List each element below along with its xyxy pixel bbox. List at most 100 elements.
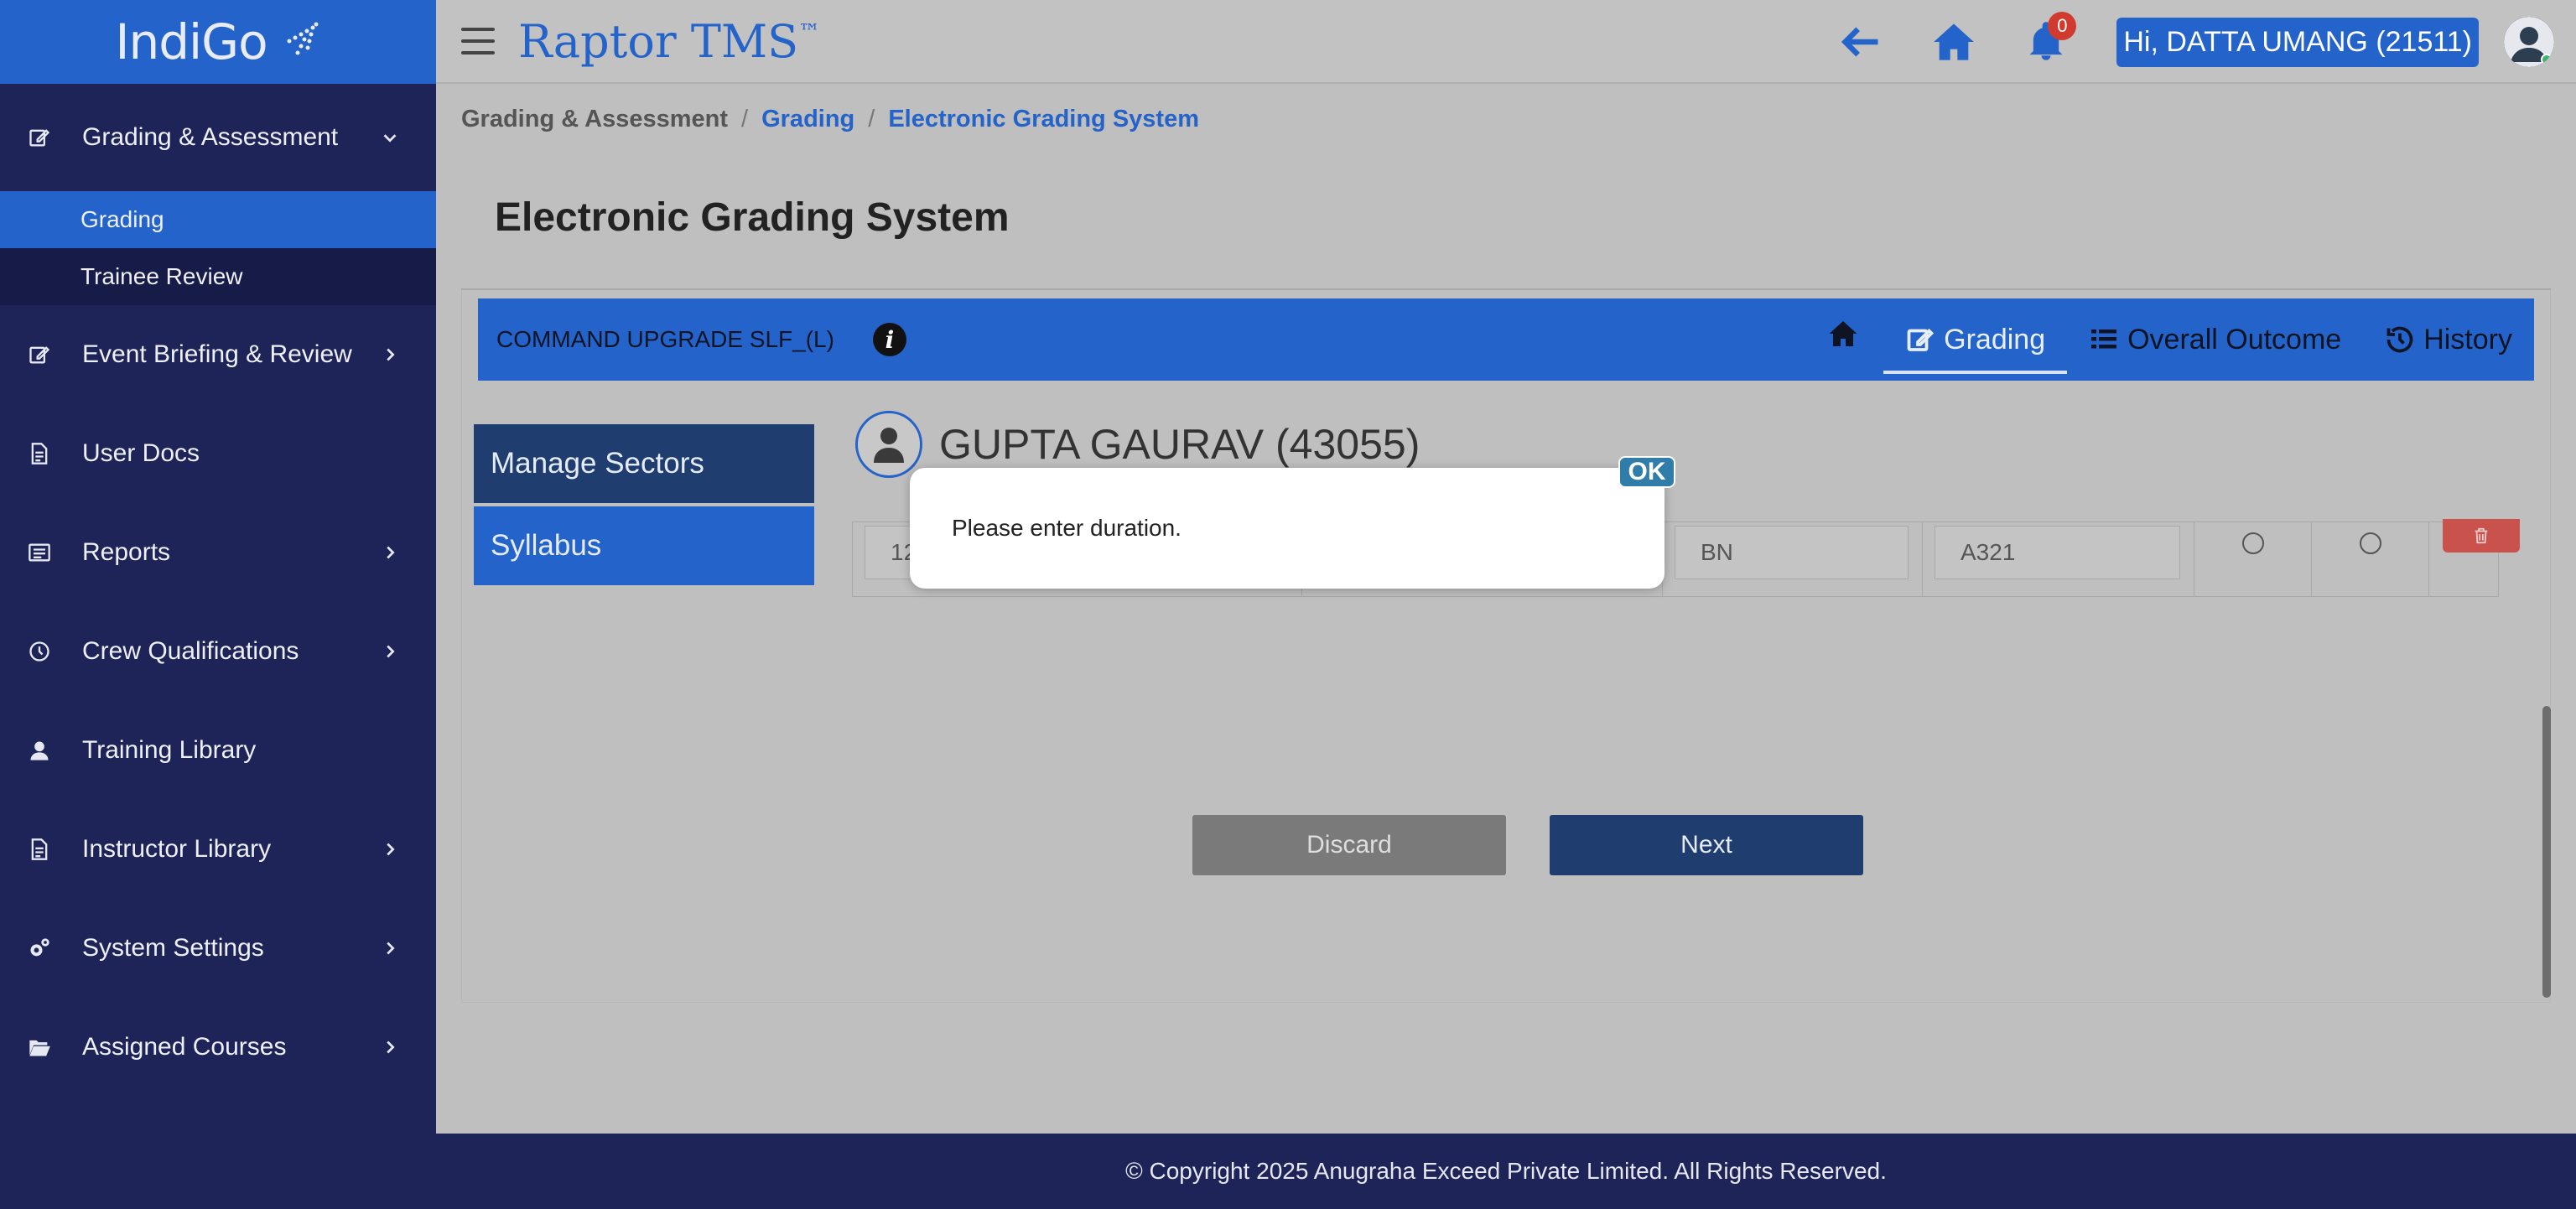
ok-button[interactable]: OK [1618, 456, 1675, 488]
sidebar-item-grading-assessment[interactable]: Grading & Assessment [0, 84, 436, 191]
tab-home[interactable] [1803, 298, 1883, 381]
sidebar-item-event-briefing[interactable]: Event Briefing & Review [0, 305, 436, 404]
sidebar-item-label: Training Library [82, 736, 257, 764]
sidebar-item-label: Event Briefing & Review [82, 340, 352, 368]
footer: © Copyright 2025 Anugraha Exceed Private… [436, 1134, 2576, 1209]
gears-icon [27, 936, 52, 961]
radio-cell [2312, 522, 2429, 596]
back-arrow-icon[interactable] [1840, 20, 1883, 64]
radio-button[interactable] [2359, 532, 2381, 554]
course-tabs: Grading Overall Outcome History [1803, 298, 2534, 381]
course-header-bar: COMMAND UPGRADE SLF_(L) i Grading Overal… [478, 298, 2534, 381]
sidebar-item-assigned-courses[interactable]: Assigned Courses [0, 998, 436, 1097]
folder-open-icon [27, 1035, 52, 1060]
trainee-avatar [855, 411, 922, 478]
sidebar-subitem-trainee-review[interactable]: Trainee Review [0, 248, 436, 305]
delete-cell [2429, 519, 2520, 596]
chevron-right-icon [387, 348, 395, 361]
tab-label: Grading [1944, 323, 2046, 355]
breadcrumb-root: Grading & Assessment [461, 106, 729, 132]
sidebar-item-training-library[interactable]: Training Library [0, 701, 436, 800]
sidebar-item-system-settings[interactable]: System Settings [0, 899, 436, 998]
sidebar: IndiGo Grading & Assessment Grading Trai… [0, 0, 436, 1209]
user-menu-button[interactable]: Hi, DATTA UMANG (21511) [2116, 17, 2479, 67]
tab-overall-outcome[interactable]: Overall Outcome [2067, 298, 2363, 381]
sidebar-item-label: System Settings [82, 934, 264, 962]
chevron-right-icon [387, 942, 395, 955]
notification-bell-icon[interactable]: 0 [2024, 12, 2077, 64]
edit-icon [27, 342, 52, 367]
copyright-text: © Copyright 2025 Anugraha Exceed Private… [1125, 1158, 1887, 1184]
edit-icon [1907, 328, 1935, 351]
radio-button[interactable] [2241, 532, 2264, 554]
document-icon [27, 441, 52, 466]
edit-icon [27, 125, 52, 150]
manage-sectors-button[interactable]: Manage Sectors [474, 424, 814, 503]
tab-label: History [2423, 323, 2512, 355]
document-icon [27, 837, 52, 862]
app-brand: Raptor TMS™ [518, 15, 820, 68]
indigo-logo: IndiGo [115, 13, 267, 70]
list-icon [2091, 329, 2117, 349]
trademark-mark: ™ [798, 19, 821, 45]
online-status-dot [2541, 54, 2553, 65]
alert-dialog: Please enter duration. [910, 468, 1665, 589]
breadcrumb: Grading & Assessment / Grading / Electro… [461, 106, 1199, 133]
tab-grading[interactable]: Grading [1883, 298, 2068, 381]
registration-cell: BN [1663, 522, 1923, 596]
topbar: Raptor TMS™ 0 Hi, DATTA UMANG (21511) [436, 0, 2576, 84]
sidebar-item-label: User Docs [82, 439, 200, 467]
next-button[interactable]: Next [1550, 815, 1863, 875]
user-icon [874, 428, 904, 463]
brand-name: Raptor TMS [518, 14, 799, 68]
clock-icon [27, 639, 52, 664]
home-icon[interactable] [1932, 20, 1976, 64]
registration-input[interactable]: BN [1675, 526, 1909, 579]
discard-button[interactable]: Discard [1192, 815, 1506, 875]
report-icon [27, 540, 52, 565]
aircraft-cell: A321 [1923, 522, 2194, 596]
chevron-down-icon [383, 134, 397, 143]
chevron-right-icon [387, 1040, 395, 1054]
breadcrumb-separator: / [741, 106, 749, 132]
delete-row-button[interactable] [2443, 519, 2520, 553]
sidebar-item-label: Instructor Library [82, 835, 272, 863]
breadcrumb-current[interactable]: Electronic Grading System [888, 106, 1199, 133]
sidebar-item-reports[interactable]: Reports [0, 503, 436, 602]
sidebar-item-crew-qualifications[interactable]: Crew Qualifications [0, 602, 436, 701]
plane-dots-icon [287, 22, 319, 55]
breadcrumb-grading-link[interactable]: Grading [761, 106, 854, 133]
sidebar-item-label: Assigned Courses [82, 1033, 287, 1061]
sidebar-item-user-docs[interactable]: User Docs [0, 404, 436, 503]
breadcrumb-separator: / [868, 106, 875, 132]
trash-icon [2475, 527, 2488, 544]
course-name: COMMAND UPGRADE SLF_(L) [496, 326, 834, 352]
notification-count-badge: 0 [2048, 12, 2077, 40]
tab-label: Overall Outcome [2127, 323, 2342, 355]
main-content: Grading & Assessment / Grading / Electro… [436, 86, 2576, 1134]
sidebar-submenu: Grading Trainee Review [0, 191, 436, 305]
chevron-right-icon [387, 546, 395, 559]
alert-message: Please enter duration. [952, 515, 1182, 541]
chevron-right-icon [387, 645, 395, 658]
syllabus-button[interactable]: Syllabus [474, 506, 814, 585]
content-card [461, 290, 2551, 1003]
info-icon[interactable]: i [872, 323, 906, 356]
radio-cell [2194, 522, 2312, 596]
hamburger-menu-icon[interactable] [461, 28, 495, 54]
user-icon [27, 738, 52, 763]
tab-history[interactable]: History [2363, 298, 2534, 381]
nav-group-grading: Grading & Assessment Grading Trainee Rev… [0, 84, 436, 305]
sidebar-item-label: Crew Qualifications [82, 637, 299, 665]
sidebar-subitem-grading[interactable]: Grading [0, 191, 436, 248]
topbar-actions: 0 Hi, DATTA UMANG (21511) [1840, 0, 2576, 84]
scrollbar[interactable] [2542, 706, 2551, 998]
sidebar-item-instructor-library[interactable]: Instructor Library [0, 800, 436, 899]
trainee-name: GUPTA GAURAV (43055) [939, 421, 1420, 468]
page-title: Electronic Grading System [495, 195, 1010, 240]
chevron-right-icon [387, 843, 395, 856]
history-icon [2386, 326, 2413, 353]
avatar[interactable] [2504, 17, 2554, 67]
aircraft-type-input[interactable]: A321 [1935, 526, 2180, 579]
sidebar-item-label: Reports [82, 538, 171, 566]
